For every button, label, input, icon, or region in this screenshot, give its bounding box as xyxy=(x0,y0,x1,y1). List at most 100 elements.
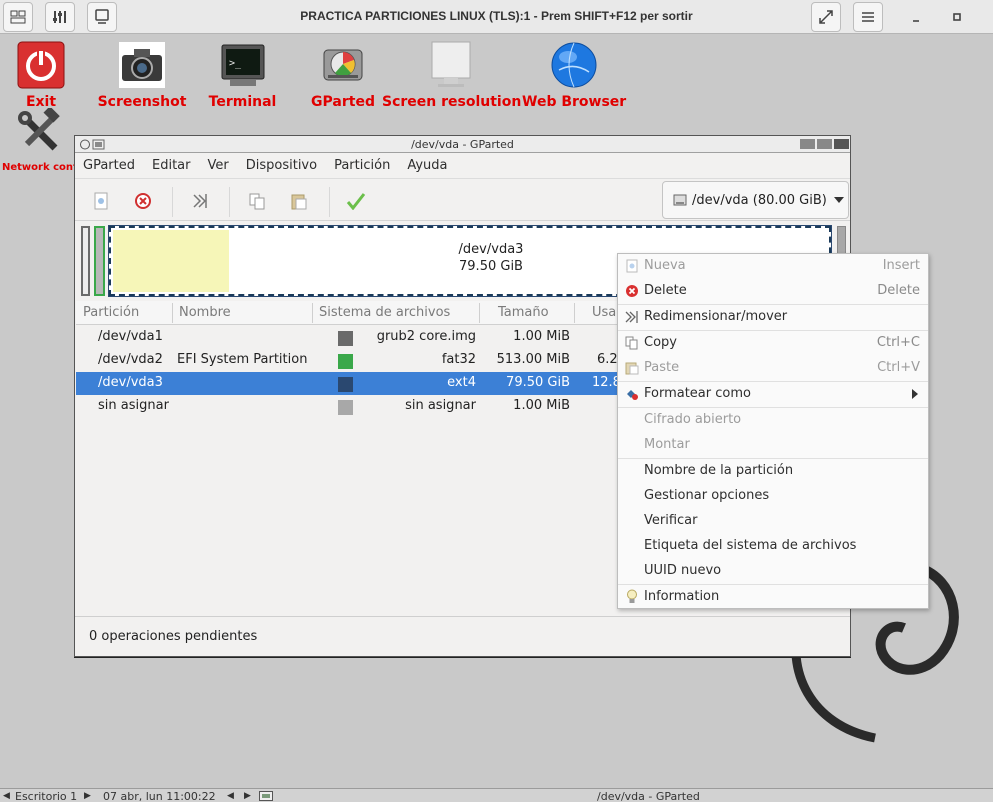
arrow-left-icon[interactable]: ◀ xyxy=(3,791,10,801)
cell-size: 1.00 MiB xyxy=(513,398,570,413)
cell-partition: /dev/vda2 xyxy=(98,352,163,367)
cell-filesystem: sin asignar xyxy=(405,398,476,413)
col-usado[interactable]: Usa xyxy=(592,305,616,320)
arrow-right-icon[interactable]: ▶ xyxy=(84,791,91,801)
menu-item-gestionar-opciones[interactable]: Gestionar opciones xyxy=(618,484,928,508)
diskmap-vda2[interactable] xyxy=(94,226,105,296)
svg-text:>_: >_ xyxy=(229,58,242,69)
viewer-toolbar: PRACTICA PARTICIONES LINUX (TLS):1 - Pre… xyxy=(0,0,993,34)
cell-used: 6.2 xyxy=(597,352,618,367)
menu-dispositivo[interactable]: Dispositivo xyxy=(246,158,317,173)
desktop-web-browser[interactable]: Web Browser xyxy=(522,40,626,110)
device-selector-label: /dev/vda (80.00 GiB) xyxy=(692,192,827,208)
hamburger-menu-icon[interactable] xyxy=(853,2,883,32)
diskmap-partition-size: 79.50 GiB xyxy=(459,259,523,274)
delete-icon xyxy=(624,283,639,298)
task-window-icon[interactable] xyxy=(259,791,273,802)
desktop-exit[interactable]: Exit xyxy=(14,40,68,110)
menu-item-label: Cifrado abierto xyxy=(644,412,742,427)
menu-item-redimensionar[interactable]: Redimensionar/mover xyxy=(618,305,928,329)
menu-ver[interactable]: Ver xyxy=(208,158,229,173)
camera-icon xyxy=(119,42,165,88)
menu-item-nombre-particion[interactable]: Nombre de la partición xyxy=(618,459,928,483)
device-selector[interactable]: /dev/vda (80.00 GiB) xyxy=(662,181,849,219)
screen-icon xyxy=(431,41,471,87)
desktop-terminal[interactable]: >_ Terminal xyxy=(205,40,280,110)
submenu-arrow-icon xyxy=(912,389,918,399)
cell-filesystem: grub2 core.img xyxy=(376,329,476,344)
menu-item-label: Montar xyxy=(644,437,690,452)
desktop-screen-resolution[interactable]: Screen resolution xyxy=(382,40,522,110)
menu-item-formatear[interactable]: Formatear como xyxy=(618,382,928,406)
col-sistema-archivos[interactable]: Sistema de archivos xyxy=(319,305,450,320)
menu-item-label: Nueva xyxy=(644,258,686,273)
menu-ayuda[interactable]: Ayuda xyxy=(407,158,447,173)
new-icon xyxy=(624,258,639,273)
menu-item-label: Copy xyxy=(644,335,677,350)
desktop-network-conf[interactable]: Network conf xyxy=(2,108,78,173)
menu-item-uuid-nuevo[interactable]: UUID nuevo xyxy=(618,559,928,583)
col-particion[interactable]: Partición xyxy=(83,305,139,320)
next-icon[interactable]: ▶ xyxy=(244,791,251,801)
desktop-icon-label: Screenshot xyxy=(97,94,187,110)
window-maximize-button[interactable] xyxy=(817,139,832,149)
cell-partition: sin asignar xyxy=(98,398,169,413)
fs-color-swatch xyxy=(338,354,353,369)
window-minimize-button[interactable] xyxy=(800,139,815,149)
menu-item-information[interactable]: Information xyxy=(618,585,928,609)
partition-context-menu: Nueva Insert Delete Delete Redimensionar… xyxy=(617,253,929,609)
menu-item-label: Redimensionar/mover xyxy=(644,309,788,324)
menu-item-montar[interactable]: Montar xyxy=(618,433,928,457)
fullscreen-icon[interactable] xyxy=(811,2,841,32)
window-close-button[interactable] xyxy=(834,139,849,149)
menu-item-label: Verificar xyxy=(644,513,698,528)
desktop-gparted[interactable]: GParted xyxy=(308,40,378,110)
cell-size: 513.00 MiB xyxy=(496,352,570,367)
diskmap-vda1[interactable] xyxy=(81,226,90,296)
maximize-icon[interactable] xyxy=(946,6,968,28)
menu-item-copy[interactable]: Copy Ctrl+C xyxy=(618,331,928,355)
copy-icon[interactable] xyxy=(246,190,268,212)
desktop-screenshot[interactable]: Screenshot xyxy=(97,40,187,110)
desktop-icon-label: Screen resolution xyxy=(382,94,522,110)
cell-name: EFI System Partition xyxy=(177,352,308,367)
status-bar: 0 operaciones pendientes xyxy=(75,616,850,656)
desktop-icon-label: Terminal xyxy=(208,94,277,110)
viewer-title: PRACTICA PARTICIONES LINUX (TLS):1 - Pre… xyxy=(300,9,693,23)
menu-item-etiqueta[interactable]: Etiqueta del sistema de archivos xyxy=(618,534,928,558)
resize-move-icon[interactable] xyxy=(189,190,211,212)
col-tamano[interactable]: Tamaño xyxy=(498,305,549,320)
task-title[interactable]: /dev/vda - GParted xyxy=(597,790,700,802)
paste-icon xyxy=(624,360,639,375)
menu-item-label: Delete xyxy=(644,283,687,298)
new-partition-icon[interactable] xyxy=(90,190,112,212)
cell-partition: /dev/vda3 xyxy=(98,375,163,390)
taskbar: ◀ Escritorio 1 ▶ 07 abr, lun 11:00:22 ◀ … xyxy=(0,788,993,802)
workspace-label[interactable]: Escritorio 1 xyxy=(15,790,77,802)
prev-icon[interactable]: ◀ xyxy=(227,791,234,801)
delete-partition-icon[interactable] xyxy=(132,190,154,212)
apply-icon[interactable] xyxy=(345,190,367,212)
col-nombre[interactable]: Nombre xyxy=(179,305,231,320)
copy-icon xyxy=(624,335,639,350)
desktop-icon-label: GParted xyxy=(311,94,375,110)
pending-operations: 0 operaciones pendientes xyxy=(89,629,258,644)
menu-item-shortcut: Ctrl+V xyxy=(877,360,920,375)
menu-item-label: Information xyxy=(644,589,720,604)
window-titlebar[interactable]: /dev/vda - GParted xyxy=(75,136,850,153)
menu-item-verificar[interactable]: Verificar xyxy=(618,509,928,533)
terminal-icon: >_ xyxy=(221,44,264,86)
menu-item-delete[interactable]: Delete Delete xyxy=(618,279,928,303)
menu-gparted[interactable]: GParted xyxy=(83,158,135,173)
menu-editar[interactable]: Editar xyxy=(152,158,191,173)
menu-item-cifrado-abierto[interactable]: Cifrado abierto xyxy=(618,408,928,432)
menu-item-nueva[interactable]: Nueva Insert xyxy=(618,254,928,278)
minimize-icon[interactable] xyxy=(905,6,927,28)
disk-icon xyxy=(323,49,363,81)
menu-particion[interactable]: Partición xyxy=(334,158,390,173)
paste-icon[interactable] xyxy=(288,190,310,212)
desktop-icon-label: Network conf xyxy=(2,162,78,173)
diskmap-partition-name: /dev/vda3 xyxy=(458,242,524,257)
fs-color-swatch xyxy=(338,400,353,415)
menu-item-paste[interactable]: Paste Ctrl+V xyxy=(618,356,928,380)
